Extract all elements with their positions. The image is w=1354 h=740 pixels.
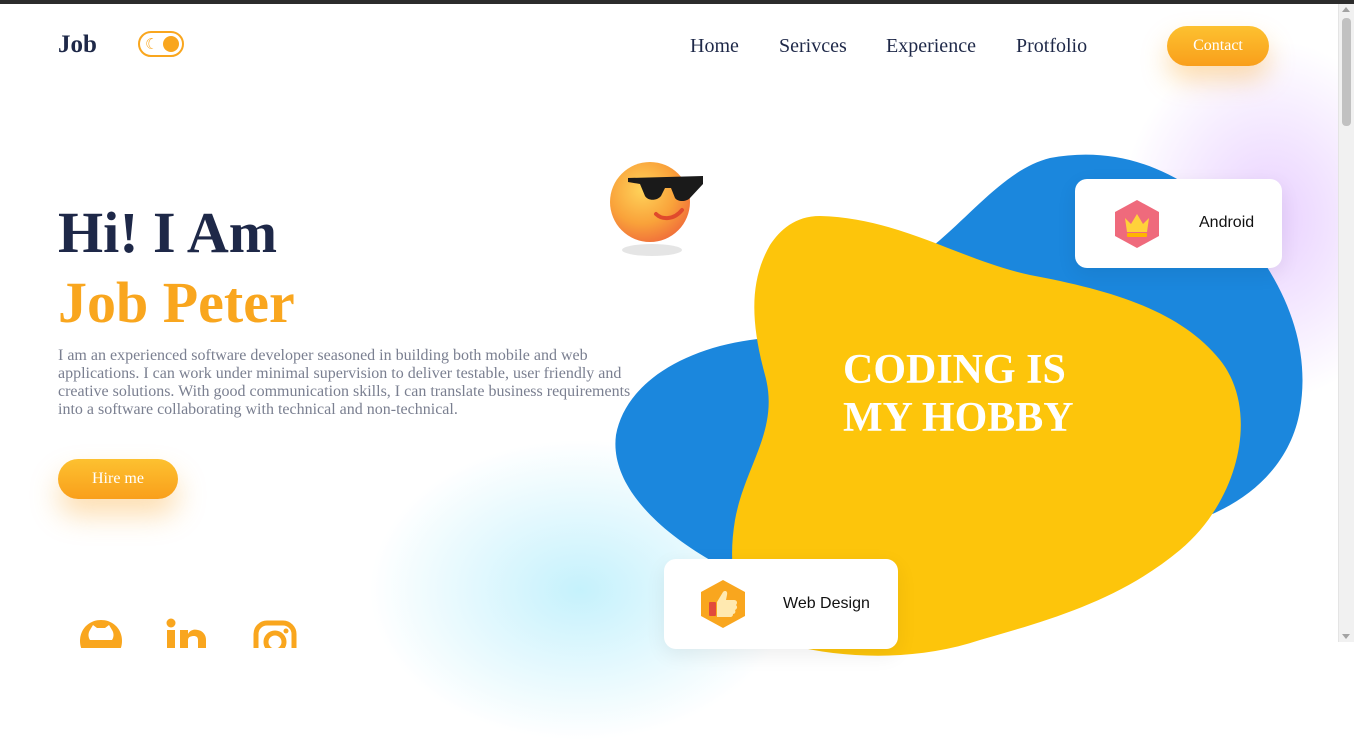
nav-portfolio[interactable]: Protfolio <box>1016 35 1087 58</box>
moon-icon: ☾ <box>145 35 159 53</box>
hero-name: Job Peter <box>58 270 295 335</box>
service-card-android[interactable]: Android <box>1075 179 1282 268</box>
scroll-down-arrow-icon[interactable] <box>1342 634 1350 639</box>
hero-greeting: Hi! I Am <box>58 200 278 265</box>
hero-bio: I am an experienced software developer s… <box>58 347 631 418</box>
scroll-up-arrow-icon[interactable] <box>1342 7 1350 12</box>
toggle-knob <box>163 36 179 52</box>
hobby-line-1: CODING IS <box>843 347 1066 393</box>
hobby-text: CODING IS MY HOBBY <box>843 346 1074 442</box>
nav-services[interactable]: Serivces <box>779 35 847 58</box>
scroll-thumb[interactable] <box>1342 18 1351 126</box>
nav-home[interactable]: Home <box>690 35 739 58</box>
page-scrollbar[interactable] <box>1338 4 1354 642</box>
contact-button[interactable]: Contact <box>1167 26 1269 66</box>
hire-me-button[interactable]: Hire me <box>58 459 178 499</box>
thumbs-up-icon <box>701 580 745 628</box>
site-logo[interactable]: Job <box>58 31 97 59</box>
instagram-icon[interactable] <box>252 618 298 648</box>
card-label-android: Android <box>1199 214 1255 231</box>
card-label-web-design: Web Design <box>783 595 870 612</box>
service-card-web-design[interactable]: Web Design <box>664 559 898 649</box>
linkedin-icon[interactable] <box>164 618 210 648</box>
github-icon[interactable] <box>78 618 124 648</box>
hobby-line-2: MY HOBBY <box>843 395 1074 441</box>
nav-experience[interactable]: Experience <box>886 35 976 58</box>
window-top-border <box>0 0 1354 4</box>
crown-icon <box>1115 200 1159 248</box>
theme-toggle[interactable]: ☾ <box>138 31 184 57</box>
